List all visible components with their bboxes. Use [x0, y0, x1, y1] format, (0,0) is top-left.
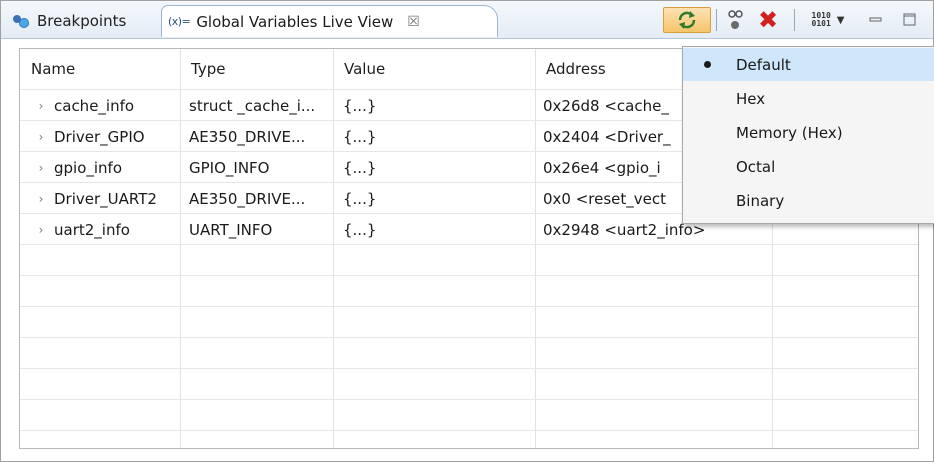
tab-bar: Breakpoints (x)= Global Variables Live V… — [1, 1, 933, 39]
maximize-button[interactable] — [895, 7, 925, 33]
menu-item-default[interactable]: Default — [683, 48, 934, 81]
remove-icon: ✖ — [757, 6, 779, 34]
refresh-button[interactable] — [663, 7, 711, 33]
tab-breakpoints-label: Breakpoints — [37, 12, 127, 30]
remove-button[interactable]: ✖ — [753, 6, 783, 34]
menu-item-binary[interactable]: Binary — [683, 184, 934, 217]
empty-row — [20, 275, 918, 307]
global-variables-view: Breakpoints (x)= Global Variables Live V… — [0, 0, 934, 462]
value-cell: {...} — [343, 158, 377, 177]
link-icon — [728, 10, 743, 29]
variable-icon: (x)= — [168, 15, 191, 28]
type-cell: GPIO_INFO — [189, 158, 270, 177]
value-cell: {...} — [343, 220, 377, 239]
empty-row — [20, 368, 918, 400]
expand-icon[interactable]: › — [34, 161, 48, 175]
name-cell: › gpio_info — [34, 152, 180, 183]
empty-row — [20, 244, 918, 276]
type-cell: struct _cache_i... — [189, 96, 316, 115]
number-format-icon: 1010 0101 — [811, 11, 831, 28]
name-cell: › uart2_info — [34, 214, 180, 245]
name-cell: › Driver_GPIO — [34, 121, 180, 152]
expand-icon[interactable]: › — [34, 223, 48, 237]
column-header-value[interactable]: Value — [333, 49, 535, 89]
toolbar-separator — [794, 9, 795, 31]
close-icon[interactable]: ☒ — [407, 14, 420, 30]
tab-breakpoints[interactable]: Breakpoints — [3, 5, 161, 37]
refresh-icon — [678, 11, 696, 29]
maximize-icon — [903, 13, 916, 26]
selected-bullet-icon — [704, 61, 711, 68]
minimize-button[interactable] — [863, 7, 889, 33]
type-cell: AE350_DRIVE... — [189, 189, 306, 208]
toolbar-separator — [716, 9, 717, 31]
value-cell: {...} — [343, 96, 377, 115]
empty-row — [20, 337, 918, 369]
value-cell: {...} — [343, 127, 377, 146]
empty-row — [20, 430, 918, 448]
menu-item-hex[interactable]: Hex — [683, 82, 934, 115]
number-format-menu: Default Hex Memory (Hex) Octal Binary — [682, 46, 934, 224]
value-cell: {...} — [343, 189, 377, 208]
breakpoints-icon — [11, 13, 33, 29]
chevron-down-icon: ▼ — [836, 14, 845, 26]
number-format-button[interactable]: 1010 0101 ▼ — [807, 7, 849, 33]
tab-global-variables-label: Global Variables Live View — [196, 12, 394, 31]
type-cell: UART_INFO — [189, 220, 273, 239]
type-cell: AE350_DRIVE... — [189, 127, 306, 146]
name-cell: › cache_info — [34, 90, 180, 121]
name-cell: › Driver_UART2 — [34, 183, 180, 214]
minimize-icon — [869, 17, 882, 22]
link-button[interactable] — [722, 7, 750, 33]
tab-global-variables[interactable]: (x)= Global Variables Live View ☒ — [161, 5, 498, 37]
empty-row — [20, 306, 918, 338]
menu-item-octal[interactable]: Octal — [683, 150, 934, 183]
column-header-name[interactable]: Name — [20, 49, 180, 89]
expand-icon[interactable]: › — [34, 192, 48, 206]
expand-icon[interactable]: › — [34, 99, 48, 113]
expand-icon[interactable]: › — [34, 130, 48, 144]
menu-item-memory-hex[interactable]: Memory (Hex) — [683, 116, 934, 149]
empty-row — [20, 399, 918, 431]
column-header-type[interactable]: Type — [180, 49, 333, 89]
